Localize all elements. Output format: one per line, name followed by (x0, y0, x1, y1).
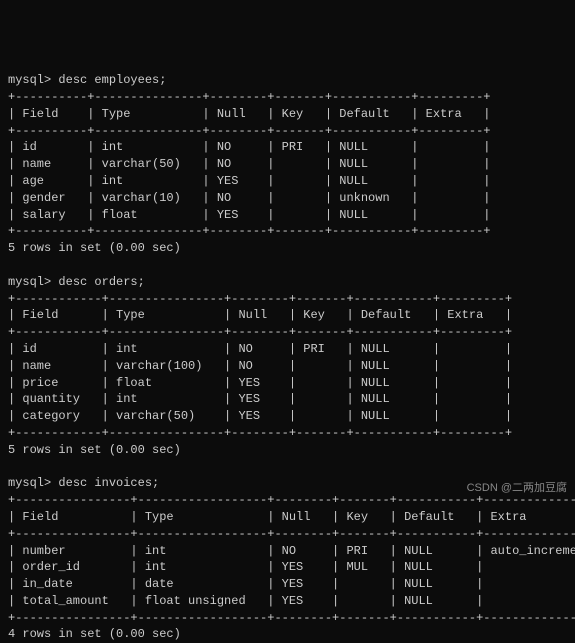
prompt: mysql> (8, 73, 51, 87)
command-2: desc orders; (58, 275, 144, 289)
table-invoices: +----------------+------------------+---… (8, 493, 575, 625)
summary-employees: 5 rows in set (0.00 sec) (8, 241, 181, 255)
prompt: mysql> (8, 476, 51, 490)
watermark: CSDN @二两加豆腐 (467, 481, 567, 496)
summary-orders: 5 rows in set (0.00 sec) (8, 443, 181, 457)
prompt: mysql> (8, 275, 51, 289)
command-3: desc invoices; (58, 476, 159, 490)
table-employees: +----------+---------------+--------+---… (8, 90, 490, 238)
table-orders: +------------+----------------+--------+… (8, 292, 512, 440)
command-1: desc employees; (58, 73, 166, 87)
summary-invoices: 4 rows in set (0.00 sec) (8, 627, 181, 641)
